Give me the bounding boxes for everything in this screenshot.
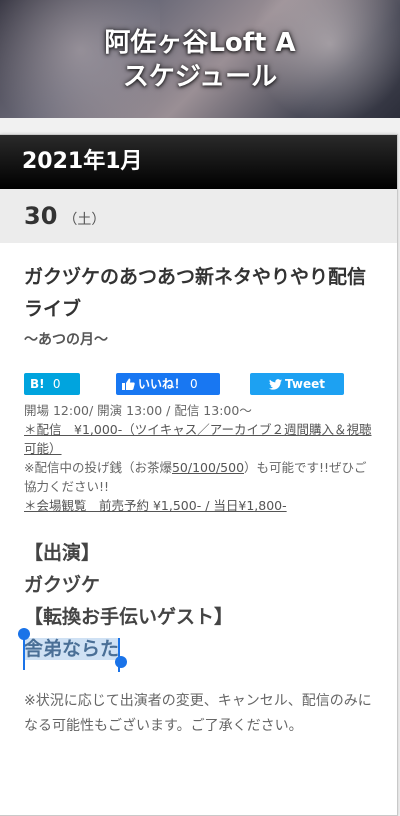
guest-name-selected[interactable]: 舎弟ならた	[18, 628, 128, 672]
event-content: ガクヅケのあつあつ新ネタやりやり配信ライブ 〜あつの月〜 B! 0 いいね！ 0 …	[0, 261, 397, 739]
event-title[interactable]: ガクヅケのあつあつ新ネタやりやり配信ライブ	[24, 261, 375, 325]
like-label: いいね！	[138, 377, 187, 391]
venue-price[interactable]: ＊会場観覧 前売予約 ¥1,500- / 当日¥1,800-	[24, 496, 375, 515]
guest-heading: 【転換お手伝いゲスト】	[24, 606, 234, 628]
page-title-line1: 阿佐ヶ谷Loft A	[104, 28, 296, 58]
tweet-label: Tweet	[285, 377, 325, 391]
like-count: 0	[190, 377, 198, 391]
event-times: 開場 12:00/ 開演 13:00 / 配信 13:00〜	[24, 403, 252, 418]
hatena-bookmark-button[interactable]: B! 0	[24, 373, 80, 395]
date-weekday: （土）	[63, 212, 106, 228]
stream-price[interactable]: ＊配信 ¥1,000-（ツイキャス／アーカイブ２週間購入＆視聴可能）	[24, 420, 375, 458]
facebook-like-button[interactable]: いいね！ 0	[116, 373, 220, 395]
event-info: 開場 12:00/ 開演 13:00 / 配信 13:00〜 ＊配信 ¥1,00…	[24, 401, 375, 515]
guest-name: 舎弟ならた	[24, 638, 120, 660]
schedule-card: 2021年1月 30 （土） ガクヅケのあつあつ新ネタやりやり配信ライブ 〜あつの…	[0, 134, 398, 816]
cast-main: ガクヅケ	[24, 574, 101, 596]
hero-banner: 阿佐ヶ谷Loft A スケジュール	[0, 0, 400, 118]
tweet-button[interactable]: Tweet	[250, 373, 344, 395]
page-title: 阿佐ヶ谷Loft A スケジュール	[0, 26, 400, 94]
tip-link[interactable]: 50/100/500	[172, 460, 244, 475]
event-notice: ※状況に応じて出演者の変更、キャンセル、配信のみになる可能性もございます。ご了承…	[24, 693, 372, 734]
date-header: 30 （土）	[0, 189, 397, 243]
selection-end-handle[interactable]	[115, 656, 128, 668]
month-header: 2021年1月	[0, 135, 397, 189]
tip-note: ※配信中の投げ銭（お茶爆50/100/500）も可能です!!ぜひご協力ください!…	[24, 458, 375, 496]
selection-start-bar	[23, 634, 25, 670]
thumbs-up-icon	[122, 378, 135, 390]
twitter-bird-icon	[269, 379, 283, 390]
date-day: 30	[24, 202, 58, 230]
tip-prefix: ※配信中の投げ銭（お茶爆	[24, 460, 172, 475]
page-title-line2: スケジュール	[122, 62, 278, 92]
event-subtitle: 〜あつの月〜	[24, 332, 108, 348]
share-buttons: B! 0 いいね！ 0 Tweet	[24, 373, 375, 395]
performers-section: 【出演】 ガクヅケ 【転換お手伝いゲスト】 舎弟ならた	[18, 537, 375, 672]
hatena-label: B!	[30, 377, 45, 391]
hatena-count: 0	[52, 377, 61, 391]
cast-heading: 【出演】	[24, 542, 101, 564]
